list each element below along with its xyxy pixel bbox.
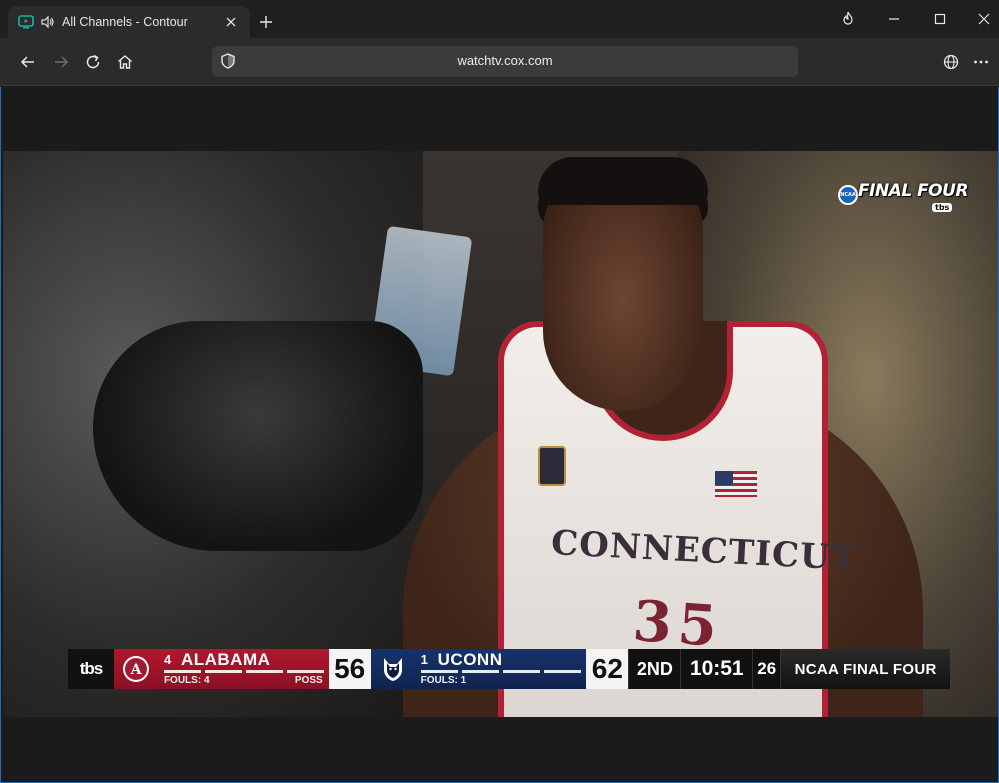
home-timeouts <box>420 670 581 673</box>
away-fouls: FOULS: 4 <box>163 675 210 686</box>
maximize-icon[interactable] <box>929 8 951 30</box>
back-arrow-icon[interactable] <box>16 50 40 74</box>
reload-icon[interactable] <box>81 50 105 74</box>
photographer-camera <box>93 321 423 551</box>
speaker-icon[interactable] <box>40 14 56 30</box>
svg-text:A: A <box>130 662 143 678</box>
tab-title: All Channels - Contour <box>62 15 188 29</box>
plus-icon[interactable] <box>256 12 276 32</box>
forward-arrow-icon[interactable] <box>49 50 73 74</box>
final-four-patch <box>538 446 566 486</box>
globe-icon[interactable] <box>939 50 963 74</box>
tv-icon <box>18 14 34 30</box>
away-timeouts <box>163 670 324 673</box>
us-flag-icon <box>715 471 757 497</box>
home-fouls: FOULS: 1 <box>420 675 467 686</box>
tbs-bug-logo: tbs <box>932 203 953 212</box>
home-rank: 1 <box>420 652 428 667</box>
ncaa-logo-icon: NCAA <box>838 185 858 205</box>
url-text: watchtv.cox.com <box>457 53 553 68</box>
player-hairline <box>538 157 708 205</box>
home-team-name: UCONN <box>437 650 503 669</box>
possession-indicator: POSS <box>294 675 323 686</box>
page-content: CONNECTICUT 35 NCAA FINAL FOUR tbs tbs A… <box>0 87 999 783</box>
shot-clock: 26 <box>752 649 781 689</box>
away-score: 56 <box>328 649 371 689</box>
browser-tab[interactable]: All Channels - Contour <box>8 6 250 38</box>
close-icon[interactable] <box>222 13 240 31</box>
video-player[interactable]: CONNECTICUT 35 NCAA FINAL FOUR tbs tbs A… <box>3 151 998 717</box>
game-period: 2ND <box>628 649 681 689</box>
close-icon[interactable] <box>973 8 995 30</box>
event-name: NCAA FINAL FOUR <box>780 649 950 689</box>
game-clock: 10:51 <box>680 649 753 689</box>
title-bar: All Channels - Contour <box>0 0 999 38</box>
home-icon[interactable] <box>113 50 137 74</box>
address-bar[interactable]: watchtv.cox.com <box>212 46 798 77</box>
away-rank: 4 <box>163 652 172 667</box>
alabama-logo-icon: A <box>120 653 152 685</box>
home-team-panel: 1 UCONN FOULS: 1 <box>370 649 587 689</box>
final-four-bug: NCAA FINAL FOUR tbs <box>838 177 969 217</box>
scoreboard: tbs A 4 ALABAMA FOULS: 4 POSS 56 1 UCONN <box>68 649 950 689</box>
network-logo: tbs <box>68 649 114 689</box>
final-four-text: FINAL FOUR <box>858 181 969 201</box>
browser-toolbar: watchtv.cox.com <box>0 38 999 86</box>
minimize-icon[interactable] <box>883 8 905 30</box>
more-icon[interactable] <box>969 50 993 74</box>
away-team-panel: A 4 ALABAMA FOULS: 4 POSS <box>113 649 329 689</box>
home-score: 62 <box>586 649 629 689</box>
away-team-name: ALABAMA <box>180 650 271 669</box>
uconn-husky-logo-icon <box>377 653 409 685</box>
flame-icon[interactable] <box>837 8 859 30</box>
